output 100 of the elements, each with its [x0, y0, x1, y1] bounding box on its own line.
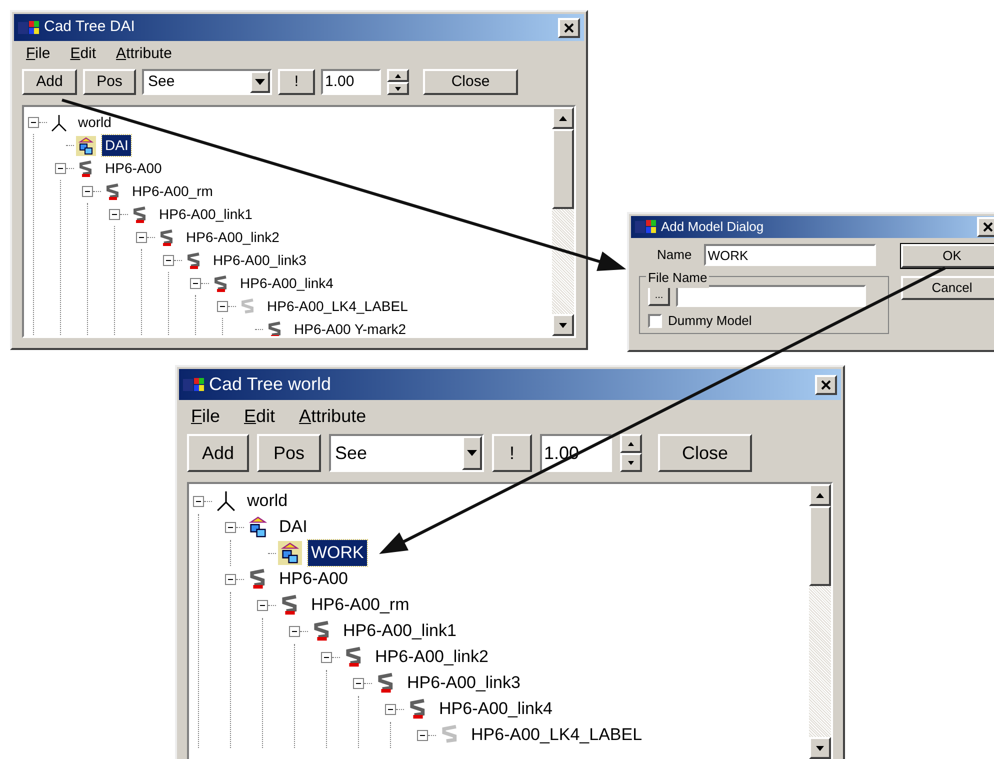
- tree-item[interactable]: HP6-A00_link2: [183, 227, 282, 248]
- close-icon: [564, 22, 574, 32]
- ok-button[interactable]: OK: [901, 244, 994, 268]
- pos-button[interactable]: Pos: [257, 434, 321, 472]
- menu-item[interactable]: Attribute: [299, 402, 366, 430]
- close-window-button[interactable]: Close: [658, 434, 752, 472]
- minus-icon: [219, 303, 226, 310]
- window-title: Cad Tree DAI: [44, 17, 135, 38]
- scrollbar[interactable]: [552, 107, 574, 336]
- menu-item[interactable]: Edit: [70, 42, 96, 66]
- file-name-field[interactable]: [676, 285, 866, 307]
- close-icon: [983, 222, 993, 232]
- menu-item[interactable]: Attribute: [116, 42, 172, 66]
- spin-buttons[interactable]: [387, 69, 409, 95]
- up-caret-icon: [628, 442, 634, 446]
- collapse-toggle[interactable]: [257, 600, 268, 610]
- collapse-toggle[interactable]: [289, 626, 300, 636]
- add-button[interactable]: Add: [187, 434, 249, 472]
- collapse-toggle[interactable]: [28, 117, 39, 128]
- cube-stack-icon: [278, 541, 302, 565]
- scroll-up-icon: [816, 492, 824, 498]
- checkbox[interactable]: [648, 314, 662, 328]
- tree-item[interactable]: HP6-A00: [276, 566, 351, 592]
- collapse-toggle[interactable]: [385, 704, 396, 714]
- scroll-down-icon: [559, 322, 567, 328]
- minus-icon: [30, 119, 37, 126]
- minus-icon: [57, 165, 64, 172]
- close-window-button[interactable]: Close: [423, 69, 518, 95]
- tree-item[interactable]: HP6-A00_link1: [156, 204, 256, 225]
- tree-item[interactable]: HP6-A00_link4: [237, 273, 336, 294]
- collapse-toggle[interactable]: [82, 186, 93, 197]
- collapse-toggle[interactable]: [136, 232, 147, 243]
- menu-item[interactable]: File: [26, 42, 50, 66]
- collapse-toggle[interactable]: [417, 730, 428, 740]
- spin-buttons[interactable]: [620, 434, 642, 472]
- axes-icon: [49, 112, 69, 132]
- window-title: Cad Tree world: [209, 373, 332, 396]
- tree-item[interactable]: WORK: [308, 540, 367, 566]
- dropdown-caret-icon: [467, 450, 477, 456]
- app-icon: [183, 376, 205, 392]
- view-dropdown[interactable]: See: [329, 434, 484, 472]
- menu-item[interactable]: Edit: [244, 402, 276, 430]
- tree-item[interactable]: HP6-A00_rm: [308, 592, 412, 618]
- cube-stack-icon: [76, 136, 96, 156]
- pos-button[interactable]: Pos: [83, 69, 136, 95]
- tree-item[interactable]: HP6-A00_link4: [436, 696, 556, 722]
- scale-field[interactable]: 1.00: [321, 69, 381, 95]
- tree-item[interactable]: HP6-A00_link3: [210, 250, 310, 271]
- cube-stack-icon: [246, 515, 270, 539]
- collapse-toggle[interactable]: [225, 574, 236, 584]
- minus-icon: [138, 234, 145, 241]
- tree-item[interactable]: HP6-A00 Y-mark2: [291, 319, 410, 336]
- collapse-toggle[interactable]: [55, 163, 66, 174]
- tree-item[interactable]: HP6-A00_LK4_LABEL: [264, 296, 411, 317]
- menu-item[interactable]: File: [191, 402, 220, 430]
- add-button[interactable]: Add: [22, 69, 77, 95]
- tree-item[interactable]: HP6-A00_rm: [129, 181, 216, 202]
- tree-item[interactable]: HP6-A00_link3: [404, 670, 524, 696]
- window-title: Add Model Dialog: [661, 218, 764, 236]
- tree-item[interactable]: HP6-A00_link1: [340, 618, 460, 644]
- close-button[interactable]: [977, 217, 994, 237]
- collapse-toggle[interactable]: [217, 301, 228, 312]
- browse-button[interactable]: ...: [648, 286, 670, 306]
- minus-icon: [111, 211, 118, 218]
- collapse-toggle[interactable]: [190, 278, 201, 289]
- collapse-toggle[interactable]: [353, 678, 364, 688]
- collapse-toggle[interactable]: [109, 209, 120, 220]
- dropdown-caret-icon: [255, 79, 265, 85]
- run-button[interactable]: !: [492, 434, 532, 472]
- scrollbar[interactable]: [809, 484, 831, 759]
- tree-item[interactable]: HP6-A00: [102, 158, 165, 179]
- down-caret-icon: [395, 86, 401, 90]
- down-caret-icon: [628, 460, 634, 464]
- run-button[interactable]: !: [278, 69, 315, 95]
- tree-item[interactable]: HP6-A00_link2: [372, 644, 492, 670]
- checkbox-label: Dummy Model: [668, 312, 752, 330]
- close-icon: [821, 380, 831, 390]
- collapse-toggle[interactable]: [163, 255, 174, 266]
- close-button[interactable]: [815, 374, 837, 394]
- minus-icon: [165, 257, 172, 264]
- collapse-toggle[interactable]: [225, 522, 236, 532]
- tree-item[interactable]: world: [244, 488, 291, 514]
- cancel-button[interactable]: Cancel: [901, 276, 994, 300]
- up-caret-icon: [395, 74, 401, 78]
- tree-item[interactable]: DAI: [102, 135, 132, 156]
- view-dropdown[interactable]: See: [142, 69, 272, 95]
- scroll-down-icon: [816, 746, 824, 750]
- collapse-toggle[interactable]: [193, 496, 204, 506]
- app-icon: [635, 219, 657, 235]
- collapse-toggle[interactable]: [321, 652, 332, 662]
- name-field[interactable]: WORK: [704, 244, 876, 266]
- app-icon: [18, 20, 40, 36]
- name-label: Name: [657, 246, 692, 264]
- minus-icon: [192, 280, 199, 287]
- close-button[interactable]: [558, 18, 580, 38]
- tree-item[interactable]: world: [75, 112, 114, 133]
- tree-item[interactable]: HP6-A00_LK4_LABEL: [468, 722, 646, 748]
- minus-icon: [84, 188, 91, 195]
- scroll-up-icon: [559, 116, 567, 120]
- tree-item[interactable]: DAI: [276, 514, 310, 540]
